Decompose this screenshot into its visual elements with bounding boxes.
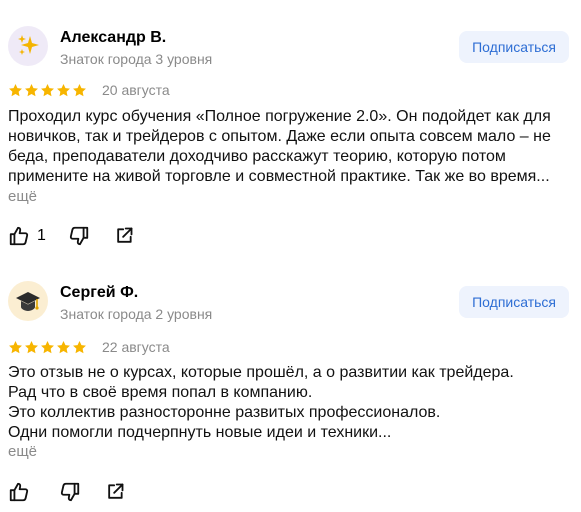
share-icon xyxy=(117,227,133,243)
subscribe-button[interactable]: Подписаться xyxy=(459,31,569,63)
star-rating xyxy=(8,340,87,355)
dislike-button[interactable] xyxy=(59,481,81,503)
subscribe-button[interactable]: Подписаться xyxy=(459,286,569,318)
rating-row: 20 августа xyxy=(8,82,170,98)
more-link[interactable]: ещё xyxy=(8,188,37,205)
review-text: Это отзыв не о курсах, которые прошёл, а… xyxy=(8,364,514,441)
star-icon xyxy=(9,340,22,353)
star-icon xyxy=(9,83,22,96)
author-level: Знаток города 2 уровня xyxy=(60,306,213,322)
review-date: 22 августа xyxy=(102,339,170,355)
review-date: 20 августа xyxy=(102,82,170,98)
star-icon xyxy=(25,340,38,353)
share-button[interactable] xyxy=(105,482,125,502)
star-rating xyxy=(8,83,87,98)
author-name[interactable]: Александр В. xyxy=(60,29,166,47)
star-icon xyxy=(41,340,54,353)
author-level: Знаток города 3 уровня xyxy=(60,51,213,67)
review-actions: 1 xyxy=(8,225,134,247)
rating-row: 22 августа xyxy=(8,339,170,355)
star-icon xyxy=(73,83,86,96)
review-actions xyxy=(8,481,125,503)
sparkles-icon xyxy=(18,35,39,55)
avatar[interactable] xyxy=(8,281,48,321)
star-icon xyxy=(57,340,70,353)
thumbs-down-icon xyxy=(60,482,80,502)
star-icon xyxy=(41,83,54,96)
thumbs-up-icon xyxy=(9,482,29,502)
like-count: 1 xyxy=(37,227,46,244)
avatar[interactable] xyxy=(8,26,48,66)
dislike-button[interactable] xyxy=(68,225,90,247)
star-icon xyxy=(73,340,86,353)
share-button[interactable] xyxy=(114,226,134,246)
like-button[interactable]: 1 xyxy=(8,225,46,247)
share-icon xyxy=(108,483,124,499)
star-icon xyxy=(57,83,70,96)
graduation-cap-icon xyxy=(16,292,40,311)
author-name[interactable]: Сергей Ф. xyxy=(60,284,138,302)
review-text: Проходил курс обучения «Полное погружени… xyxy=(8,108,551,185)
more-link[interactable]: ещё xyxy=(8,443,37,460)
thumbs-down-icon xyxy=(69,226,89,246)
review-card: Сергей Ф. Знаток города 2 уровня Подписа… xyxy=(0,260,581,512)
review-card: Александр В. Знаток города 3 уровня Подп… xyxy=(0,0,581,260)
thumbs-up-icon xyxy=(9,226,29,246)
like-button[interactable] xyxy=(8,481,37,503)
star-icon xyxy=(25,83,38,96)
